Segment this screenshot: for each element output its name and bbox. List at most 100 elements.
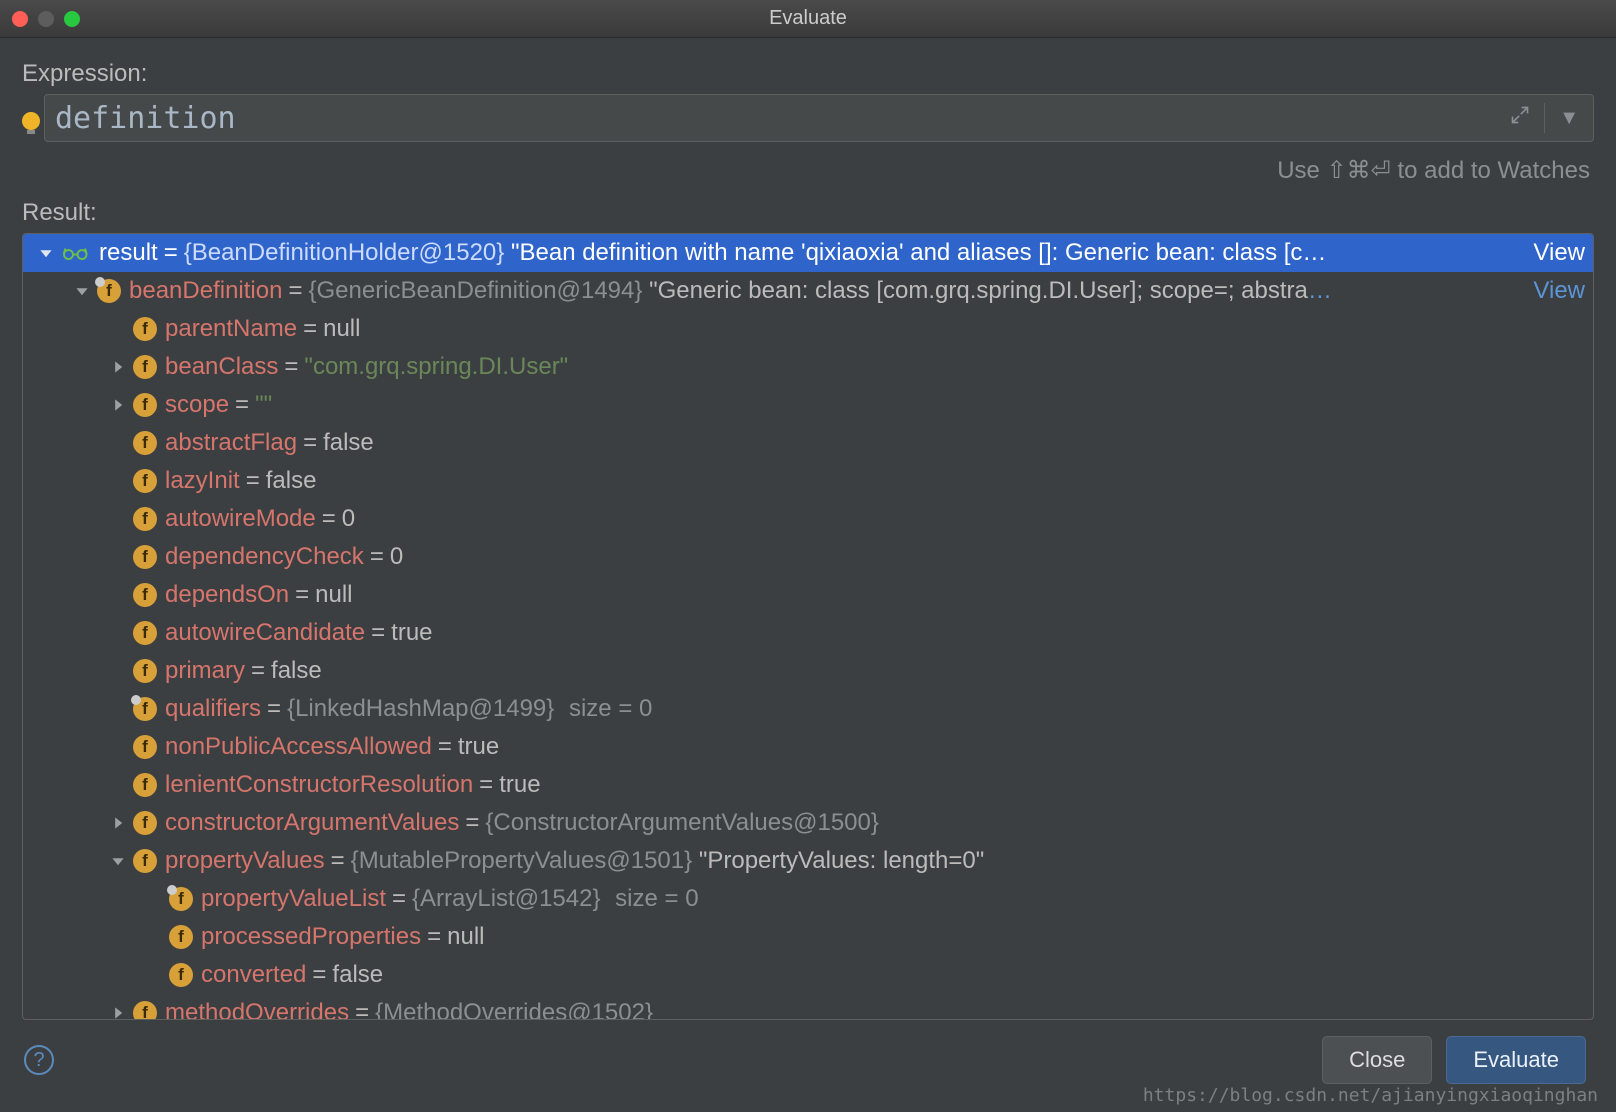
equals-sign: = xyxy=(235,391,249,418)
tree-row[interactable]: f nonPublicAccessAllowed=true xyxy=(23,728,1593,766)
field-value: null xyxy=(447,923,484,950)
tree-node-content: dependsOn=null xyxy=(165,581,1585,609)
expression-input-wrapper: ▼ xyxy=(44,94,1594,142)
ellipsis: … xyxy=(1308,277,1332,304)
tree-node-content: scope="" xyxy=(165,391,1585,419)
evaluate-button[interactable]: Evaluate xyxy=(1446,1036,1586,1084)
tree-row[interactable]: fconstructorArgumentValues={ConstructorA… xyxy=(23,804,1593,842)
field-value: true xyxy=(391,619,432,646)
tree-row[interactable]: f methodOverrides = {MethodOverrides@1502} xyxy=(23,994,1593,1019)
disclosure-open-icon[interactable] xyxy=(71,280,93,302)
disclosure-closed-icon[interactable] xyxy=(107,394,129,416)
field-value: "com.grq.spring.DI.User" xyxy=(304,353,568,380)
tree-row[interactable]: f beanDefinition={GenericBeanDefinition@1… xyxy=(23,272,1593,310)
equals-sign: = xyxy=(479,771,493,798)
field-value: null xyxy=(315,581,352,608)
disclosure-open-icon[interactable] xyxy=(107,850,129,872)
tree-node-content: beanClass="com.grq.spring.DI.User" xyxy=(165,353,1585,381)
history-dropdown-icon[interactable]: ▼ xyxy=(1551,103,1587,134)
tree-row[interactable]: fprocessedProperties=null xyxy=(23,918,1593,956)
field-name: methodOverrides xyxy=(165,999,349,1019)
tree-row[interactable]: fabstractFlag=false xyxy=(23,424,1593,462)
field-badge-icon: f xyxy=(133,697,157,721)
field-badge-icon: f xyxy=(97,279,121,303)
tree-row[interactable]: fautowireMode=0 xyxy=(23,500,1593,538)
field-value: false xyxy=(323,429,374,456)
field-name: propertyValues xyxy=(165,847,325,874)
field-value: "" xyxy=(255,391,272,418)
field-value: null xyxy=(323,315,360,342)
close-button[interactable]: Close xyxy=(1322,1036,1432,1084)
tree-node-content: primary=false xyxy=(165,657,1585,685)
type-ref: {ArrayList@1542} xyxy=(412,885,600,912)
disclosure-closed-icon[interactable] xyxy=(107,812,129,834)
field-value: false xyxy=(332,961,383,988)
equals-sign: = xyxy=(331,847,345,874)
equals-sign: = xyxy=(355,999,369,1019)
window-minimize-button[interactable] xyxy=(38,11,54,27)
tree-node-content: nonPublicAccessAllowed=true xyxy=(165,733,1585,761)
tree-node-content: methodOverrides = {MethodOverrides@1502} xyxy=(165,999,1585,1019)
expression-input[interactable] xyxy=(45,101,1502,136)
window-maximize-button[interactable] xyxy=(64,11,80,27)
equals-sign: = xyxy=(322,505,336,532)
tree-row[interactable]: fbeanClass="com.grq.spring.DI.User" xyxy=(23,348,1593,386)
divider xyxy=(1544,103,1545,133)
type-ref: {MethodOverrides@1502} xyxy=(375,999,653,1019)
field-value: false xyxy=(271,657,322,684)
titlebar: Evaluate xyxy=(0,0,1616,38)
view-link[interactable]: View xyxy=(1521,239,1585,267)
tree-node-content: lenientConstructorResolution=true xyxy=(165,771,1585,799)
field-badge-icon: f xyxy=(133,469,157,493)
tree-node-content: propertyValueList={ArrayList@1542} size … xyxy=(201,885,1585,913)
tree-row[interactable]: f autowireCandidate=true xyxy=(23,614,1593,652)
tree-row[interactable]: f lazyInit=false xyxy=(23,462,1593,500)
tree-row[interactable]: fpropertyValues={MutablePropertyValues@1… xyxy=(23,842,1593,880)
tree-row[interactable]: flenientConstructorResolution=true xyxy=(23,766,1593,804)
field-name: processedProperties xyxy=(201,923,421,950)
type-ref: {LinkedHashMap@1499} xyxy=(287,695,554,722)
tree-row[interactable]: fpropertyValueList={ArrayList@1542} size… xyxy=(23,880,1593,918)
tree-node-content: dependencyCheck=0 xyxy=(165,543,1585,571)
equals-sign: = xyxy=(246,467,260,494)
disclosure-open-icon[interactable] xyxy=(35,242,57,264)
equals-sign: = xyxy=(303,429,317,456)
tree-node-content: beanDefinition={GenericBeanDefinition@14… xyxy=(129,277,1521,305)
tree-row[interactable]: fqualifiers={LinkedHashMap@1499} size = … xyxy=(23,690,1593,728)
expand-icon[interactable] xyxy=(1502,101,1538,135)
tree-row[interactable]: fdependsOn=null xyxy=(23,576,1593,614)
field-name: qualifiers xyxy=(165,695,261,722)
field-badge-icon: f xyxy=(133,735,157,759)
tree-node-content: converted=false xyxy=(201,961,1585,989)
tree-row[interactable]: fdependencyCheck=0 xyxy=(23,538,1593,576)
type-ref: {BeanDefinitionHolder@1520} xyxy=(184,239,505,266)
tree-row[interactable]: fscope="" xyxy=(23,386,1593,424)
dialog-content: Expression: ▼ Use ⇧⌘⏎ to add to Watches … xyxy=(0,38,1616,1112)
type-ref: {GenericBeanDefinition@1494} xyxy=(308,277,642,304)
tree-row[interactable]: fparentName=null xyxy=(23,310,1593,348)
intention-bulb-icon[interactable] xyxy=(22,112,40,130)
tree-node-content: autowireCandidate=true xyxy=(165,619,1585,647)
view-link[interactable]: View xyxy=(1521,277,1585,305)
result-tree[interactable]: result={BeanDefinitionHolder@1520} "Bean… xyxy=(22,233,1594,1020)
tree-row[interactable]: result={BeanDefinitionHolder@1520} "Bean… xyxy=(23,234,1593,272)
expression-row: ▼ xyxy=(22,94,1594,142)
dialog-footer: ? Close Evaluate xyxy=(22,1020,1594,1112)
equals-sign: = xyxy=(303,315,317,342)
help-icon[interactable]: ? xyxy=(24,1045,54,1075)
field-badge-icon: f xyxy=(133,849,157,873)
field-badge-icon: f xyxy=(133,1001,157,1019)
tree-row[interactable]: fprimary=false xyxy=(23,652,1593,690)
window-title: Evaluate xyxy=(0,7,1616,30)
field-badge-icon: f xyxy=(133,621,157,645)
field-name: lenientConstructorResolution xyxy=(165,771,473,798)
field-name: converted xyxy=(201,961,306,988)
disclosure-closed-icon[interactable] xyxy=(107,356,129,378)
tree-row[interactable]: fconverted=false xyxy=(23,956,1593,994)
field-name: primary xyxy=(165,657,245,684)
tree-node-content: lazyInit=false xyxy=(165,467,1585,495)
disclosure-closed-icon[interactable] xyxy=(107,1002,129,1019)
tree-node-content: autowireMode=0 xyxy=(165,505,1585,533)
field-value: 0 xyxy=(390,543,403,570)
window-close-button[interactable] xyxy=(12,11,28,27)
